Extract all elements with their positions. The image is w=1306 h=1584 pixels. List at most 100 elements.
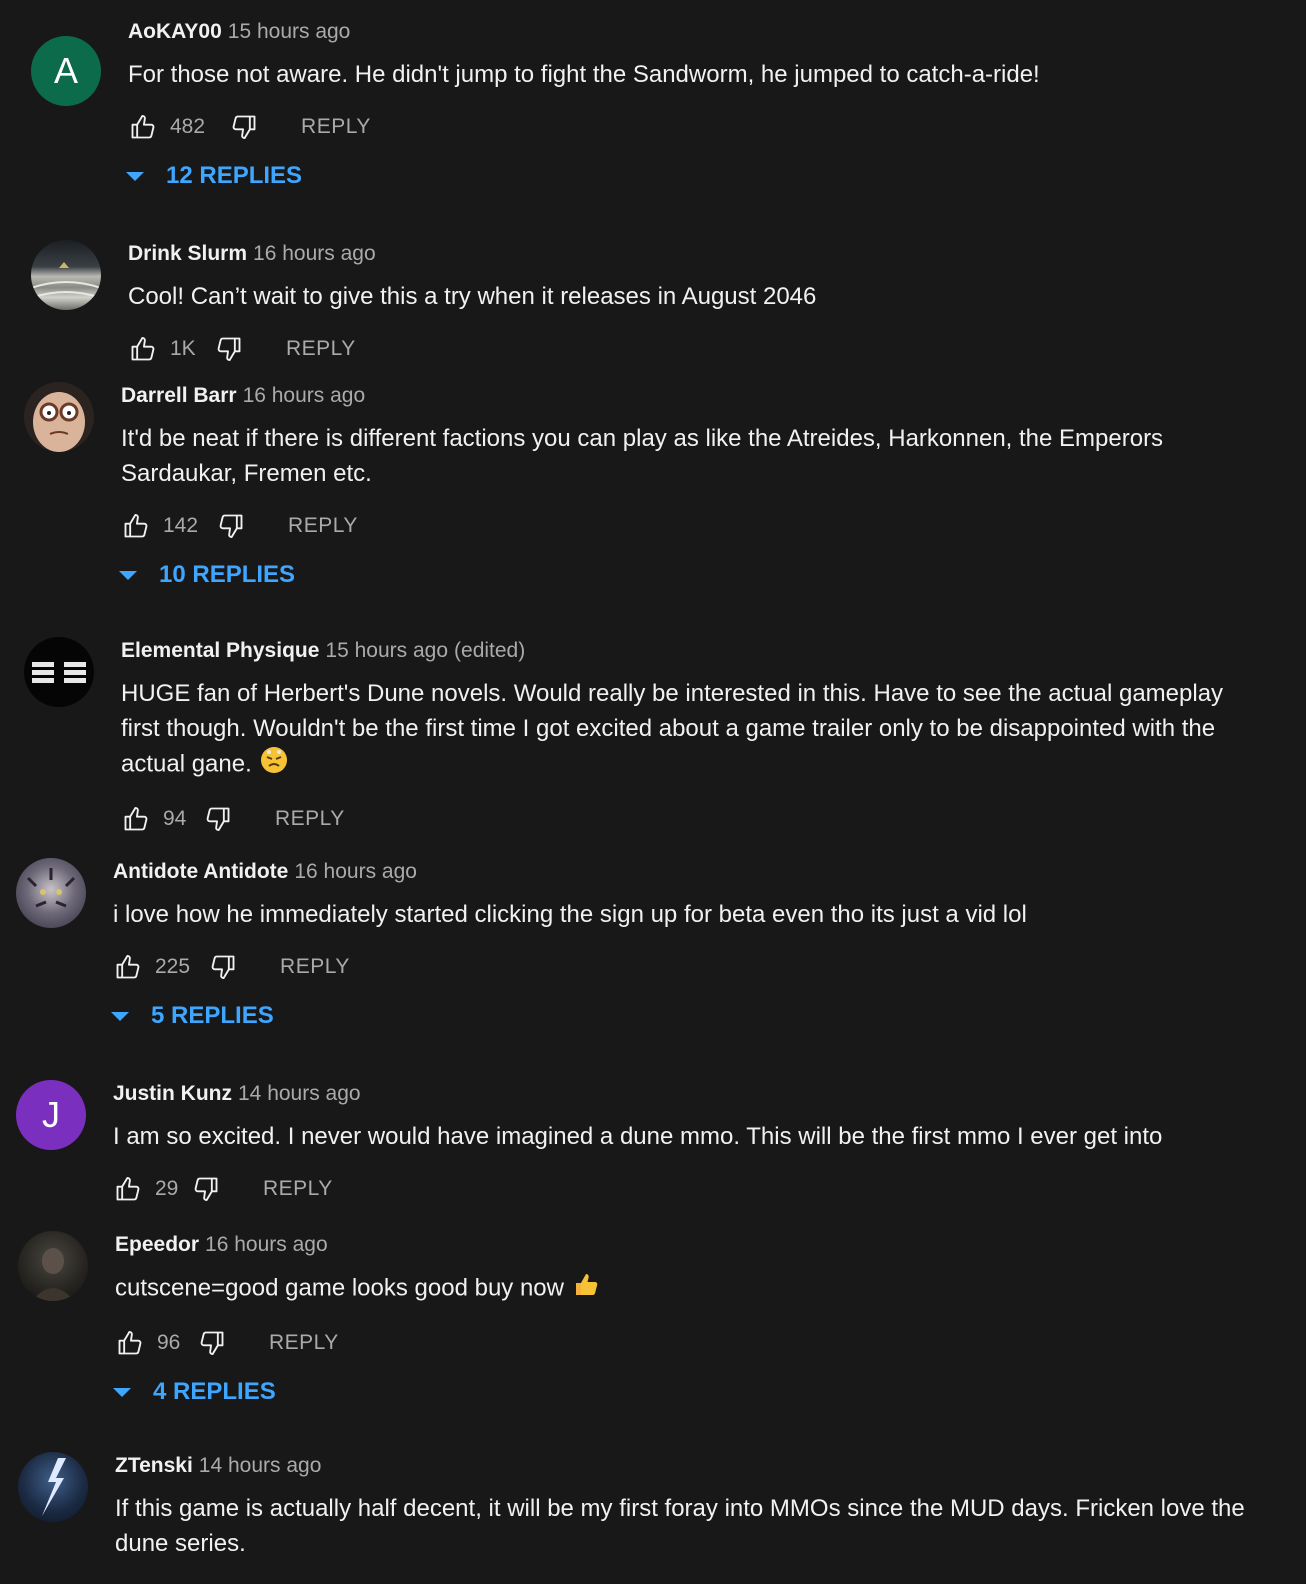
comment-timestamp[interactable]: 16 hours ago (243, 384, 366, 407)
avatar[interactable] (18, 1231, 88, 1301)
comment-timestamp[interactable]: 15 hours ago (228, 20, 351, 43)
comment-text: It'd be neat if there is different facti… (121, 425, 1164, 487)
avatar[interactable] (24, 637, 94, 707)
like-button[interactable] (121, 511, 151, 541)
replies-count-label: 12 REPLIES (166, 162, 303, 189)
lightning-image (42, 1458, 66, 1516)
reply-button[interactable]: REPLY (263, 1177, 333, 1201)
like-count: 94 (163, 807, 187, 830)
comment-actions: 94 REPLY (121, 804, 1246, 834)
sand-dunes-image (31, 262, 101, 299)
avatar[interactable] (16, 858, 86, 928)
comment-header: Justin Kunz 14 hours ago (113, 1080, 1246, 1108)
avatar[interactable]: A (31, 36, 101, 106)
dislike-button[interactable] (216, 511, 246, 541)
dislike-button[interactable] (191, 1174, 221, 1204)
avatar[interactable] (31, 240, 101, 310)
reply-button[interactable]: REPLY (286, 337, 356, 361)
thumbs-down-icon (198, 1329, 226, 1357)
comment-header: ZTenski 14 hours ago (115, 1452, 1246, 1480)
view-replies-button[interactable]: 12 REPLIES (126, 162, 1246, 190)
comment-timestamp[interactable]: 16 hours ago (253, 242, 376, 265)
author-name[interactable]: Antidote Antidote (113, 860, 288, 883)
comment-body: ZTenski 14 hours ago If this game is actu… (115, 1452, 1246, 1561)
comment-header: Antidote Antidote 16 hours ago (113, 858, 1246, 886)
comment-body: AoKAY00 15 hours ago For those not aware.… (126, 18, 1246, 190)
dark-portrait-image (32, 1248, 74, 1301)
dislike-button[interactable] (229, 112, 259, 142)
comment-text: cutscene=good game looks good buy now (115, 1270, 1246, 1308)
author-name[interactable]: Epeedor (115, 1233, 199, 1256)
comment-header: Elemental Physique 15 hours ago (edited) (121, 637, 1246, 665)
comment-header: Drink Slurm 16 hours ago (128, 240, 1246, 268)
comment-text: HUGE fan of Herbert's Dune novels. Would… (121, 676, 1246, 784)
view-replies-button[interactable]: 10 REPLIES (119, 561, 1246, 589)
like-button[interactable] (121, 804, 151, 834)
comment-timestamp[interactable]: 16 hours ago (205, 1233, 328, 1256)
reply-button[interactable]: REPLY (288, 514, 358, 538)
thumbs-up-icon (114, 953, 142, 981)
comment-text-content: cutscene=good game looks good buy now (115, 1274, 564, 1302)
like-button[interactable] (113, 1174, 143, 1204)
like-count: 142 (163, 514, 199, 537)
comment-body: Justin Kunz 14 hours ago I am so excited.… (113, 1080, 1246, 1204)
comment-timestamp[interactable]: 15 hours ago (325, 639, 448, 662)
stripe-logo-image (32, 659, 86, 686)
comment-header: Epeedor 16 hours ago (115, 1231, 1246, 1259)
frustrated-face-emoji-icon (260, 746, 288, 784)
tiger-image (26, 868, 76, 908)
comment-actions: 142 REPLY (121, 511, 1246, 541)
thumbs-up-icon (116, 1329, 144, 1357)
author-name[interactable]: Drink Slurm (128, 242, 247, 265)
author-name[interactable]: Darrell Barr (121, 384, 237, 407)
comment-text: i love how he immediately started clicki… (113, 901, 1027, 928)
caret-down-icon (126, 171, 144, 181)
comment-body: Drink Slurm 16 hours ago Cool! Can’t wait… (128, 240, 1246, 364)
comment-body: Epeedor 16 hours ago cutscene=good game l… (113, 1231, 1246, 1406)
author-name[interactable]: AoKAY00 (128, 20, 222, 43)
like-button[interactable] (128, 112, 158, 142)
like-button[interactable] (128, 334, 158, 364)
thumbs-up-icon (129, 113, 157, 141)
dislike-button[interactable] (203, 804, 233, 834)
thumbs-down-icon (204, 805, 232, 833)
comment-body: Elemental Physique 15 hours ago (edited) H… (121, 637, 1246, 834)
avatar[interactable] (18, 1452, 88, 1522)
caret-down-icon (111, 1011, 129, 1021)
view-replies-button[interactable]: 5 REPLIES (111, 1002, 1246, 1030)
comment-timestamp[interactable]: 16 hours ago (294, 860, 417, 883)
avatar[interactable] (24, 382, 94, 452)
thumbs-up-emoji-icon (572, 1270, 600, 1308)
dislike-button[interactable] (208, 952, 238, 982)
thumbs-down-icon (192, 1175, 220, 1203)
like-count: 1K (170, 337, 196, 360)
like-count: 29 (155, 1177, 179, 1200)
thumbs-up-icon (114, 1175, 142, 1203)
comment-actions: 482 REPLY (128, 112, 1246, 142)
comment-text: If this game is actually half decent, it… (115, 1495, 1245, 1557)
comment-text: Cool! Can’t wait to give this a try when… (128, 283, 817, 310)
like-button[interactable] (115, 1328, 145, 1358)
reply-button[interactable]: REPLY (275, 807, 345, 831)
view-replies-button[interactable]: 4 REPLIES (113, 1378, 1246, 1406)
thumbs-up-icon (122, 805, 150, 833)
author-name[interactable]: Justin Kunz (113, 1082, 232, 1105)
dislike-button[interactable] (214, 334, 244, 364)
author-name[interactable]: Elemental Physique (121, 639, 319, 662)
author-name[interactable]: ZTenski (115, 1454, 193, 1477)
comment-actions: 96 REPLY (115, 1328, 1246, 1358)
thumbs-down-icon (217, 512, 245, 540)
thumbs-down-icon (215, 335, 243, 363)
reply-button[interactable]: REPLY (280, 955, 350, 979)
comment-header: Darrell Barr 16 hours ago (121, 382, 1246, 410)
comment-timestamp[interactable]: 14 hours ago (238, 1082, 361, 1105)
comment-text: I am so excited. I never would have imag… (113, 1123, 1163, 1150)
avatar[interactable]: J (16, 1080, 86, 1150)
reply-button[interactable]: REPLY (301, 115, 371, 139)
dislike-button[interactable] (197, 1328, 227, 1358)
replies-count-label: 4 REPLIES (153, 1378, 276, 1405)
thumbs-up-icon (129, 335, 157, 363)
like-button[interactable] (113, 952, 143, 982)
reply-button[interactable]: REPLY (269, 1331, 339, 1355)
comment-timestamp[interactable]: 14 hours ago (199, 1454, 322, 1477)
